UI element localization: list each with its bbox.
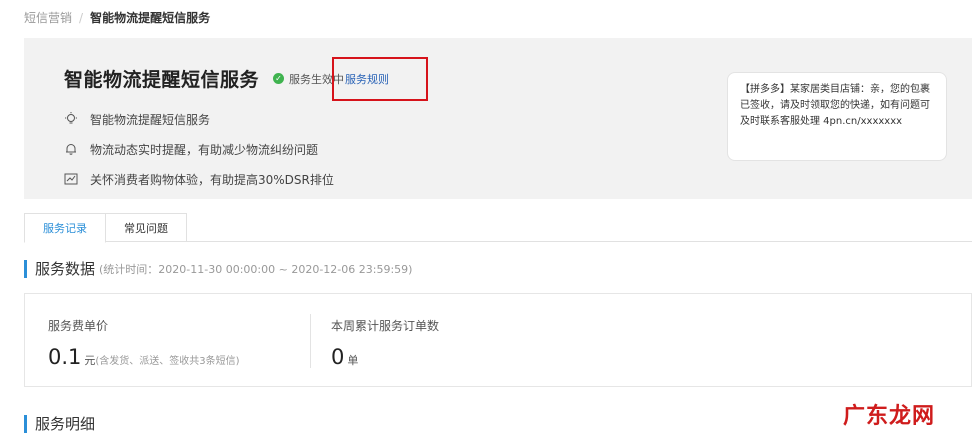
- page: 短信营销 / 智能物流提醒短信服务 智能物流提醒短信服务 ✓ 服务生效中 服务规…: [0, 0, 972, 439]
- weekly-orders-value: 0: [331, 345, 345, 369]
- feature-item: 智能物流提醒短信服务: [64, 104, 334, 134]
- unit-price-label: 服务费单价: [48, 319, 109, 333]
- unit-price-note: (含发货、派送、签收共3条短信): [95, 356, 240, 367]
- weekly-orders-unit: 单: [347, 354, 359, 367]
- stats-card: 服务费单价 0.1 元 (含发货、派送、签收共3条短信) 本周累计服务订单数 0…: [24, 293, 972, 387]
- bell-icon: [64, 142, 78, 156]
- stats-divider: [310, 314, 311, 368]
- weekly-orders-label: 本周累计服务订单数: [331, 319, 440, 333]
- stats-period: (统计时间：2020-11-30 00:00:00 ~ 2020-12-06 2…: [99, 262, 413, 276]
- tab-faq[interactable]: 常见问题: [105, 213, 187, 242]
- feature-text: 智能物流提醒短信服务: [90, 112, 211, 127]
- check-circle-icon: ✓: [273, 73, 285, 84]
- feature-list: 智能物流提醒短信服务 物流动态实时提醒，有助减少物流纠纷问题 关怀消费者购物体验…: [64, 104, 334, 194]
- feature-text: 物流动态实时提醒，有助减少物流纠纷问题: [90, 142, 319, 157]
- lightbulb-icon: [64, 112, 78, 126]
- breadcrumb-separator: /: [79, 10, 84, 25]
- section-title: 服务明细: [35, 415, 96, 433]
- watermark-logo: 广东龙网: [843, 404, 936, 429]
- service-rules-link[interactable]: 服务规则: [332, 57, 428, 101]
- feature-item: 物流动态实时提醒，有助减少物流纠纷问题: [64, 134, 334, 164]
- service-data-heading: 服务数据 (统计时间：2020-11-30 00:00:00 ~ 2020-12…: [24, 258, 412, 279]
- page-title: 智能物流提醒短信服务: [64, 69, 260, 91]
- breadcrumb-current: 智能物流提醒短信服务: [90, 11, 211, 25]
- feature-item: 关怀消费者购物体验，有助提高30%DSR排位: [64, 164, 334, 194]
- feature-text: 关怀消费者购物体验，有助提高30%DSR排位: [90, 172, 334, 187]
- unit-price-unit: 元: [84, 354, 96, 367]
- unit-price-value: 0.1: [48, 345, 82, 369]
- service-detail-heading: 服务明细: [24, 413, 95, 434]
- section-accent-bar: [24, 414, 27, 433]
- section-title: 服务数据: [35, 260, 96, 278]
- section-accent-bar: [24, 259, 27, 278]
- unit-price-value-row: 0.1 元 (含发货、派送、签收共3条短信): [48, 345, 240, 369]
- breadcrumb: 短信营销 / 智能物流提醒短信服务: [24, 9, 210, 26]
- service-banner: 智能物流提醒短信服务 ✓ 服务生效中 服务规则 智能物流提醒短信服务 物流动态实…: [24, 38, 972, 199]
- title-row: 智能物流提醒短信服务 ✓ 服务生效中: [64, 65, 344, 92]
- tab-service-records[interactable]: 服务记录: [24, 213, 106, 243]
- sms-preview-bubble: 【拼多多】某家居类目店铺：亲，您的包裹已签收，请及时领取您的快递，如有问题可及时…: [727, 72, 947, 161]
- weekly-orders-value-row: 0 单: [331, 345, 358, 369]
- chart-icon: [64, 172, 78, 186]
- breadcrumb-parent-link[interactable]: 短信营销: [24, 9, 72, 26]
- tab-bar: 服务记录 常见问题: [24, 213, 972, 243]
